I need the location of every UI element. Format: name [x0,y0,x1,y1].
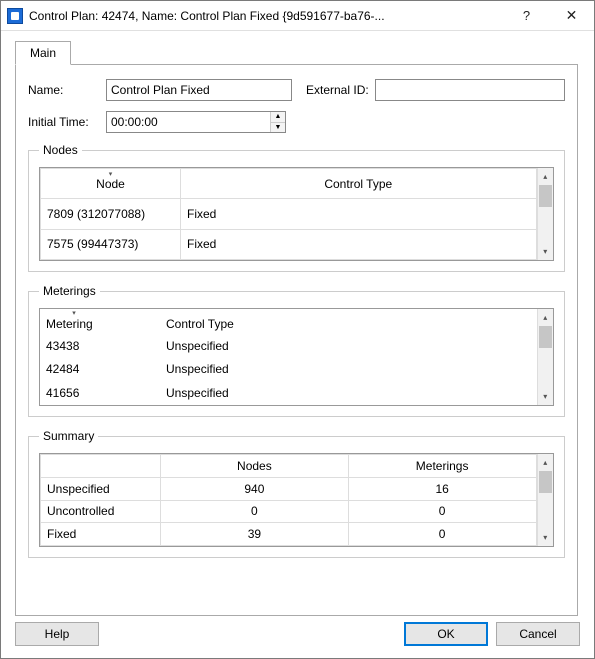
meterings-table[interactable]: Metering ▾ Control Type 43438 Unspecifie… [40,309,537,405]
table-row[interactable]: 42484 Unspecified [40,358,537,382]
tab-panel-main: Name: External ID: Initial Time: ▲ ▼ Nod… [15,64,578,616]
name-label: Name: [28,83,100,97]
tab-strip: Main [15,41,580,65]
meterings-col-metering[interactable]: Metering ▾ [40,309,160,334]
button-bar: Help OK Cancel [1,616,594,658]
spinner-up-icon[interactable]: ▲ [271,112,285,123]
scroll-up-icon[interactable]: ▴ [538,168,553,185]
meterings-legend: Meterings [39,284,100,298]
nodes-legend: Nodes [39,143,82,157]
tab-main[interactable]: Main [15,41,71,65]
scroll-thumb[interactable] [539,326,552,348]
ok-button[interactable]: OK [404,622,488,646]
help-button[interactable]: Help [15,622,99,646]
table-row[interactable]: Uncontrolled 0 0 [41,500,537,523]
scroll-up-icon[interactable]: ▴ [538,309,553,326]
scroll-up-icon[interactable]: ▴ [538,454,553,471]
table-row[interactable]: 41656 Unspecified [40,381,537,405]
app-icon [7,8,23,24]
table-row[interactable]: 43438 Unspecified [40,334,537,358]
summary-legend: Summary [39,429,98,443]
nodes-scrollbar[interactable]: ▴ ▾ [537,168,553,260]
scroll-down-icon[interactable]: ▾ [538,243,553,260]
external-id-input[interactable] [375,79,565,101]
dialog-window: Control Plan: 42474, Name: Control Plan … [0,0,595,659]
meterings-scrollbar[interactable]: ▴ ▾ [537,309,553,405]
scroll-thumb[interactable] [539,185,552,207]
name-input[interactable] [106,79,292,101]
spinner-down-icon[interactable]: ▼ [271,123,285,133]
scroll-thumb[interactable] [539,471,552,493]
table-row[interactable]: Unspecified 940 16 [41,477,537,500]
nodes-col-control-type[interactable]: Control Type [181,169,537,199]
nodes-group: Nodes ▾ Node Control Type 7809 (312077 [28,143,565,272]
external-id-label: External ID: [306,83,369,97]
initial-time-input[interactable] [107,112,270,132]
scroll-down-icon[interactable]: ▾ [538,388,553,405]
initial-time-spinner[interactable]: ▲ ▼ [106,111,286,133]
table-row[interactable]: 7575 (99447373) Fixed [41,229,537,259]
sort-indicator-icon: ▾ [72,309,76,317]
summary-group: Summary Nodes Meterings Unspecified 940 … [28,429,565,558]
table-row[interactable]: Fixed 39 0 [41,523,537,546]
summary-table[interactable]: Nodes Meterings Unspecified 940 16 Uncon… [40,454,537,546]
meterings-col-control-type[interactable]: Control Type [160,309,537,334]
summary-scrollbar[interactable]: ▴ ▾ [537,454,553,546]
summary-col-meterings[interactable]: Meterings [348,455,536,478]
sort-indicator-icon: ▾ [109,170,113,178]
titlebar: Control Plan: 42474, Name: Control Plan … [1,1,594,31]
summary-col-nodes[interactable]: Nodes [161,455,349,478]
nodes-table[interactable]: ▾ Node Control Type 7809 (312077088) Fix… [40,168,537,260]
help-icon[interactable]: ? [504,1,549,31]
initial-time-label: Initial Time: [28,115,100,129]
nodes-col-node[interactable]: ▾ Node [41,169,181,199]
close-icon[interactable]: ✕ [549,1,594,31]
window-title: Control Plan: 42474, Name: Control Plan … [29,9,504,23]
cancel-button[interactable]: Cancel [496,622,580,646]
meterings-group: Meterings Metering ▾ Control Type 4343 [28,284,565,417]
summary-col-blank [41,455,161,478]
scroll-down-icon[interactable]: ▾ [538,529,553,546]
table-row[interactable]: 7809 (312077088) Fixed [41,199,537,229]
